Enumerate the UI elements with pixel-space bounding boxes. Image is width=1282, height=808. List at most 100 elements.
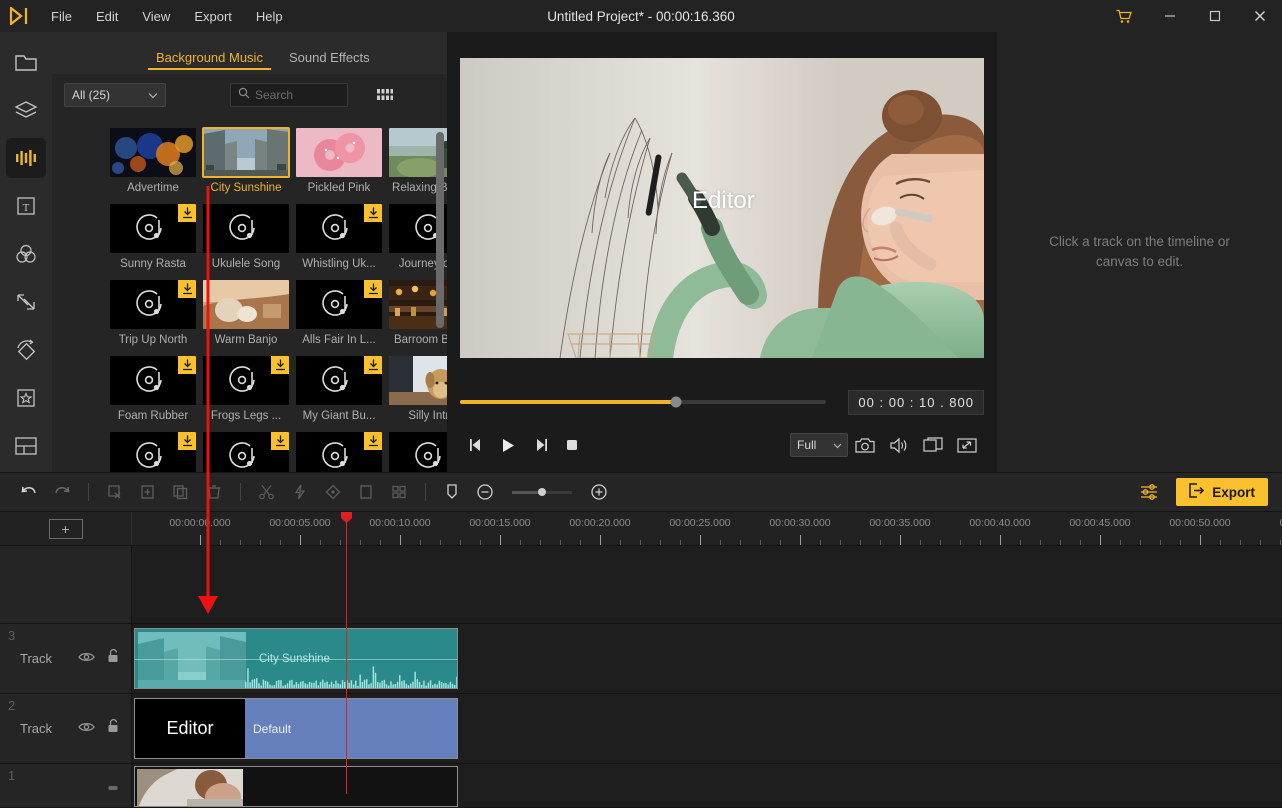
stop-button[interactable]: [556, 430, 588, 460]
download-badge-icon[interactable]: [178, 432, 196, 450]
download-badge-icon[interactable]: [178, 280, 196, 298]
sidebar-item-filters[interactable]: [6, 234, 46, 274]
fullscreen-icon[interactable]: [950, 430, 984, 460]
play-button[interactable]: [492, 430, 524, 460]
music-item[interactable]: [203, 432, 289, 472]
music-item[interactable]: Ukulele Song: [203, 204, 289, 270]
music-item-thumbnail[interactable]: [296, 280, 382, 329]
music-item-thumbnail[interactable]: [203, 356, 289, 405]
delete-button[interactable]: [199, 478, 229, 506]
unlock-icon[interactable]: [107, 648, 119, 668]
scrollbar-thumb[interactable]: [436, 132, 444, 328]
music-item-thumbnail[interactable]: [202, 127, 290, 178]
zoom-in-icon[interactable]: [584, 478, 614, 506]
sidebar-item-audio[interactable]: [6, 138, 46, 178]
music-item-thumbnail[interactable]: [110, 280, 196, 329]
keyframe-button[interactable]: [318, 478, 348, 506]
eye-icon[interactable]: [78, 650, 95, 668]
seek-handle[interactable]: [670, 396, 682, 408]
menu-view[interactable]: View: [131, 4, 181, 29]
search-box[interactable]: [230, 83, 348, 107]
music-item[interactable]: Frogs Legs ...: [203, 356, 289, 422]
library-scrollbar[interactable]: [436, 122, 444, 452]
download-badge-icon[interactable]: [271, 356, 289, 374]
music-item-thumbnail[interactable]: [296, 432, 382, 472]
music-item[interactable]: Sunny Rasta: [110, 204, 196, 270]
zoom-slider[interactable]: [512, 488, 572, 496]
music-item[interactable]: Foam Rubber: [110, 356, 196, 422]
music-item-thumbnail[interactable]: [296, 356, 382, 405]
zoom-slider-handle[interactable]: [538, 488, 546, 496]
eye-icon[interactable]: [78, 720, 95, 738]
add-clip-button[interactable]: [133, 478, 163, 506]
music-item-thumbnail[interactable]: [296, 128, 382, 177]
menu-export[interactable]: Export: [183, 4, 243, 29]
copy-button[interactable]: [166, 478, 196, 506]
music-item[interactable]: Warm Banjo: [203, 280, 289, 346]
music-item[interactable]: Advertime: [110, 128, 196, 194]
audio-clip[interactable]: City Sunshine: [134, 628, 458, 689]
sidebar-item-split-screen[interactable]: [6, 426, 46, 466]
split-button[interactable]: [252, 478, 282, 506]
menu-file[interactable]: File: [40, 4, 83, 29]
track-body-1[interactable]: [132, 764, 1282, 807]
undo-button[interactable]: [14, 478, 44, 506]
close-button[interactable]: [1237, 0, 1282, 32]
music-item-thumbnail[interactable]: [110, 204, 196, 253]
track-header-1[interactable]: 1: [0, 764, 132, 807]
menu-help[interactable]: Help: [245, 4, 294, 29]
export-button[interactable]: Export: [1176, 478, 1268, 506]
sidebar-item-effects[interactable]: [6, 330, 46, 370]
freeze-frame-button[interactable]: [351, 478, 381, 506]
quality-dropdown[interactable]: Full: [790, 433, 848, 457]
tab-background-music[interactable]: Background Music: [148, 44, 271, 74]
track-header-2[interactable]: 2 Track: [0, 694, 132, 763]
next-frame-icon[interactable]: [524, 430, 556, 460]
music-item-thumbnail[interactable]: [110, 432, 196, 472]
music-item[interactable]: Trip Up North: [110, 280, 196, 346]
music-item[interactable]: Whistling Uk...: [296, 204, 382, 270]
track-body-empty[interactable]: [132, 546, 1282, 623]
redo-button[interactable]: [47, 478, 77, 506]
download-badge-icon[interactable]: [364, 356, 382, 374]
sidebar-item-text[interactable]: T: [6, 186, 46, 226]
track-header-3[interactable]: 3 Track: [0, 624, 132, 693]
zoom-out-icon[interactable]: [470, 478, 500, 506]
video-clip[interactable]: [134, 766, 458, 807]
music-item[interactable]: Pickled Pink: [296, 128, 382, 194]
track-body-2[interactable]: Editor Default: [132, 694, 1282, 763]
sliders-icon[interactable]: [1134, 478, 1164, 506]
maximize-button[interactable]: [1192, 0, 1237, 32]
camera-icon[interactable]: [848, 430, 882, 460]
download-badge-icon[interactable]: [364, 280, 382, 298]
download-badge-icon[interactable]: [178, 356, 196, 374]
speed-button[interactable]: [285, 478, 315, 506]
music-item[interactable]: [110, 432, 196, 472]
download-badge-icon[interactable]: [364, 432, 382, 450]
music-item-thumbnail[interactable]: [203, 280, 289, 329]
music-item[interactable]: City Sunshine: [202, 127, 290, 194]
download-badge-icon[interactable]: [178, 204, 196, 222]
music-item-thumbnail[interactable]: [203, 204, 289, 253]
music-item[interactable]: My Giant Bu...: [296, 356, 382, 422]
download-badge-icon[interactable]: [364, 204, 382, 222]
seek-bar[interactable]: [460, 396, 827, 408]
music-item-thumbnail[interactable]: [110, 356, 196, 405]
unlock-icon-1[interactable]: [107, 776, 119, 795]
music-item[interactable]: Alls Fair In L...: [296, 280, 382, 346]
minimize-button[interactable]: [1147, 0, 1192, 32]
grid-view-icon[interactable]: [372, 83, 398, 107]
menu-edit[interactable]: Edit: [85, 4, 129, 29]
previous-frame-icon[interactable]: [460, 430, 492, 460]
search-input[interactable]: [255, 88, 340, 102]
crop-button[interactable]: [100, 478, 130, 506]
marker-button[interactable]: [437, 478, 467, 506]
sidebar-item-elements[interactable]: [6, 378, 46, 418]
track-body-3[interactable]: City Sunshine: [132, 624, 1282, 693]
tab-sound-effects[interactable]: Sound Effects: [281, 44, 378, 74]
ruler-ticks[interactable]: 00:00:00.000 00:00:05.000 00:00:10.000 00:0…: [132, 512, 1282, 545]
shopping-cart-icon[interactable]: [1101, 0, 1147, 32]
canvas-text-overlay[interactable]: Editor: [692, 187, 755, 215]
add-track-button[interactable]: +: [48, 518, 83, 539]
category-filter-dropdown[interactable]: All (25): [64, 83, 166, 107]
